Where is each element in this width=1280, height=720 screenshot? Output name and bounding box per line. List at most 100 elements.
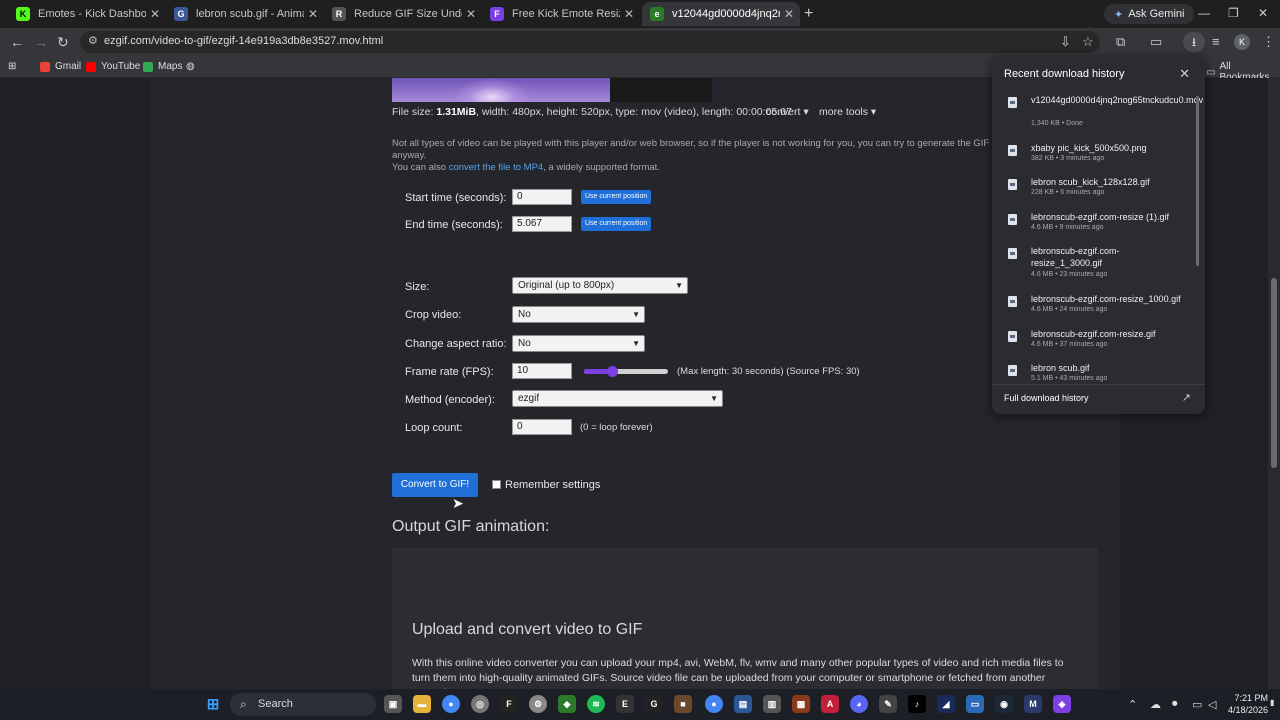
tab-lebron-gif[interactable]: G lebron scub.gif - Animated image ✕ xyxy=(166,2,324,26)
remember-settings-checkbox[interactable] xyxy=(492,480,501,489)
app-f-icon[interactable]: F xyxy=(500,695,518,713)
cloud-icon[interactable]: ☁ xyxy=(1150,698,1161,711)
epic-games-icon[interactable]: E xyxy=(616,695,634,713)
spotify-icon[interactable]: ≋ xyxy=(587,695,605,713)
download-meta: 4.6 MB • 9 minutes ago xyxy=(1031,224,1104,231)
convert-mp4-link[interactable]: convert the file to MP4 xyxy=(449,162,544,173)
window-close-icon[interactable]: ✕ xyxy=(1258,6,1268,20)
new-tab-icon[interactable]: + xyxy=(804,5,813,23)
file-icon xyxy=(1008,248,1017,259)
convert-to-gif-button[interactable]: Convert to GIF! xyxy=(392,473,478,497)
globe-icon[interactable]: ◍ xyxy=(186,61,195,72)
restore-icon[interactable]: ❐ xyxy=(1228,6,1239,20)
app-icon[interactable]: ▭ xyxy=(966,695,984,713)
aspect-select[interactable]: No ▼ xyxy=(512,335,645,352)
bookmark-label: Gmail xyxy=(55,61,82,72)
extensions-icon[interactable]: ⧉ xyxy=(1116,34,1125,50)
close-tab-icon[interactable]: ✕ xyxy=(308,7,318,21)
tab-reduce-gif[interactable]: R Reduce GIF Size Under 1MB ✕ xyxy=(324,2,482,26)
close-tab-icon[interactable]: ✕ xyxy=(784,7,794,21)
microphone-icon[interactable]: ⏺ xyxy=(1172,698,1178,711)
bookmark-maps[interactable]: Maps xyxy=(143,61,182,72)
tab-kick-emote-resizer[interactable]: F Free Kick Emote Resizer – Resize ✕ xyxy=(482,2,640,26)
crop-select[interactable]: No ▼ xyxy=(512,306,645,323)
app-a-icon[interactable]: A xyxy=(821,695,839,713)
app-icon[interactable]: ◢ xyxy=(937,695,955,713)
ask-gemini-button[interactable]: ✦ Ask Gemini xyxy=(1104,4,1195,24)
tab-title: Reduce GIF Size Under 1MB xyxy=(354,8,462,20)
upload-heading: Upload and convert video to GIF xyxy=(412,621,643,638)
profile-avatar[interactable]: K xyxy=(1234,34,1250,50)
install-app-icon[interactable]: ⇩ xyxy=(1060,34,1071,50)
app-icon[interactable]: ◈ xyxy=(1053,695,1071,713)
app-icon[interactable]: ▥ xyxy=(763,695,781,713)
app-icon[interactable]: M xyxy=(1024,695,1042,713)
convert-menu[interactable]: convert ▾ xyxy=(766,106,809,118)
taskbar-search[interactable]: ⌕ Search xyxy=(230,693,376,716)
tray-overflow-icon[interactable]: ⌃ xyxy=(1128,698,1137,711)
page-scrollbar[interactable] xyxy=(1268,78,1280,689)
youtube-icon xyxy=(86,61,96,72)
app-icon[interactable]: ◆ xyxy=(558,695,576,713)
download-name: v12044gd0000d4jnq2nog65tnckudcu0.mov xyxy=(1031,95,1204,105)
fps-slider[interactable] xyxy=(584,366,668,377)
use-current-end-button[interactable]: Use current position xyxy=(581,217,652,231)
apps-grid-icon[interactable]: ⊞ xyxy=(8,61,16,72)
more-tools-menu[interactable]: more tools ▾ xyxy=(819,106,876,118)
menu-dots-icon[interactable]: ⋮ xyxy=(1262,34,1275,50)
tab-ezgif-active[interactable]: e v12044gd0000d4jnq2nog65tnc ✕ xyxy=(642,2,800,26)
file-size-value: 1.31MiB xyxy=(436,106,477,118)
folder-icon: ▭ xyxy=(1206,66,1216,78)
downloads-icon[interactable]: ⭳ xyxy=(1183,32,1205,52)
full-download-history-link[interactable]: Full download history xyxy=(1004,393,1089,403)
loop-input[interactable]: 0 xyxy=(512,419,572,435)
minimize-icon[interactable]: — xyxy=(1198,6,1210,20)
reading-list-icon[interactable]: ≡ xyxy=(1212,34,1220,49)
minecraft-icon[interactable]: ■ xyxy=(674,695,692,713)
app-icon[interactable]: G xyxy=(645,695,663,713)
end-time-input[interactable]: 5.067 xyxy=(512,216,572,232)
kick-favicon-icon: K xyxy=(16,7,30,21)
download-list-scrollbar[interactable] xyxy=(1196,96,1199,266)
forward-icon[interactable]: → xyxy=(34,34,48,50)
use-current-start-button[interactable]: Use current position xyxy=(581,190,652,204)
scrollbar-thumb[interactable] xyxy=(1271,278,1277,468)
app-icon[interactable]: ◎ xyxy=(471,695,489,713)
address-bar[interactable]: ⚙ ezgif.com/video-to-gif/ezgif-14e919a3d… xyxy=(80,31,1100,53)
chrome-active-icon[interactable]: ● xyxy=(705,695,723,713)
bookmark-star-icon[interactable]: ☆ xyxy=(1082,34,1094,50)
open-external-icon[interactable]: ↗ xyxy=(1182,391,1191,404)
settings-icon[interactable]: ⚙ xyxy=(529,695,547,713)
app-icon[interactable]: ▤ xyxy=(734,695,752,713)
tiktok-icon[interactable]: ♪ xyxy=(908,695,926,713)
app-icon[interactable]: ▦ xyxy=(792,695,810,713)
app-icon[interactable]: ✎ xyxy=(879,695,897,713)
back-icon[interactable]: ← xyxy=(10,34,24,50)
size-select[interactable]: Original (up to 800px) ▼ xyxy=(512,277,688,294)
fps-input[interactable]: 10 xyxy=(512,363,572,379)
file-explorer-icon[interactable]: ▬ xyxy=(413,695,431,713)
fps-slider-handle[interactable] xyxy=(606,366,618,377)
close-tab-icon[interactable]: ✕ xyxy=(466,7,476,21)
windows-start-icon[interactable]: ⊞ xyxy=(204,695,222,713)
taskbar-clock[interactable]: 7:21 PM 4/18/2026 xyxy=(1226,692,1268,716)
steam-icon[interactable]: ◉ xyxy=(995,695,1013,713)
tab-kick-dashboard[interactable]: K Emotes - Kick Dashboard ✕ xyxy=(8,2,166,26)
chrome-icon[interactable]: ● xyxy=(442,695,460,713)
site-info-icon[interactable]: ⚙ xyxy=(88,34,98,47)
bookmark-gmail[interactable]: Gmail xyxy=(40,61,81,72)
video-preview[interactable] xyxy=(392,78,712,102)
notification-icon[interactable]: ▮ xyxy=(1270,698,1274,707)
task-view-icon[interactable]: ▣ xyxy=(384,695,402,713)
side-panel-icon[interactable]: ▭ xyxy=(1150,34,1162,50)
close-icon[interactable]: ✕ xyxy=(1179,66,1190,82)
reload-icon[interactable]: ↻ xyxy=(57,34,69,51)
close-tab-icon[interactable]: ✕ xyxy=(150,7,160,21)
discord-icon[interactable]: ◕ xyxy=(850,695,868,713)
method-select[interactable]: ezgif ▼ xyxy=(512,390,723,407)
close-tab-icon[interactable]: ✕ xyxy=(624,7,634,21)
bookmark-youtube[interactable]: YouTube xyxy=(86,61,140,72)
start-time-input[interactable]: 0 xyxy=(512,189,572,205)
volume-icon[interactable]: ◁ xyxy=(1208,698,1216,711)
network-icon[interactable]: ▭ xyxy=(1192,698,1202,711)
